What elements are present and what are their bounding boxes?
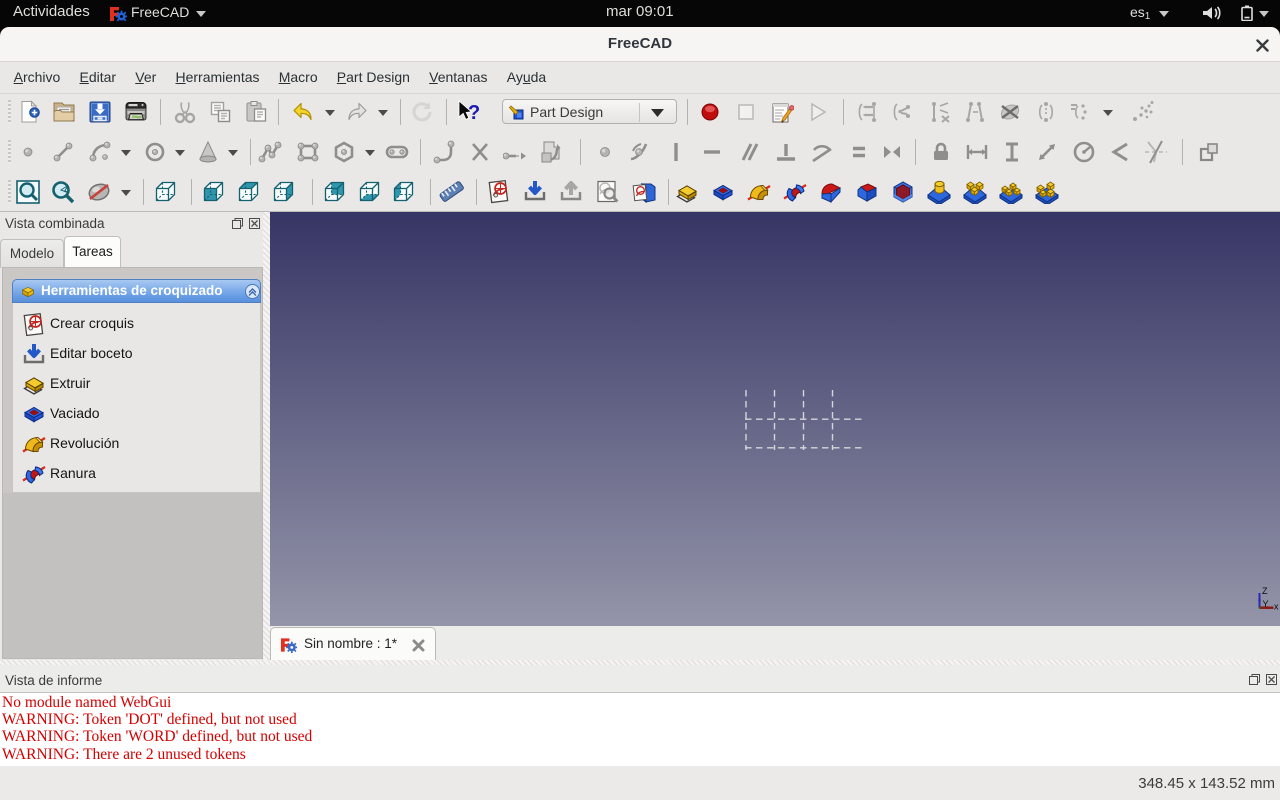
- svg-text:Y: Y: [1263, 599, 1269, 609]
- svg-text:x: x: [1274, 602, 1279, 612]
- svg-text:Z: Z: [1262, 586, 1268, 596]
